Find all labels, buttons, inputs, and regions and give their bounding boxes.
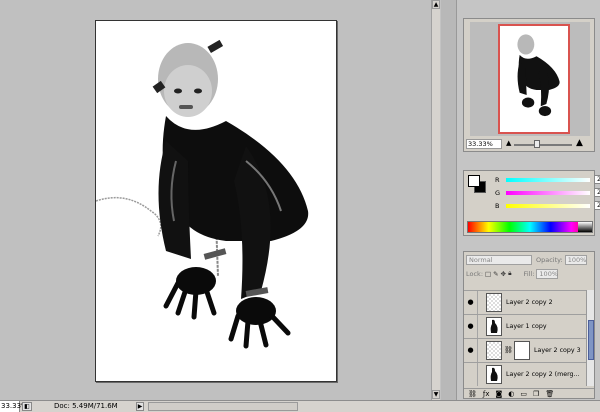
navigator-view-box[interactable] <box>498 24 570 134</box>
scroll-up-icon[interactable]: ▲ <box>432 0 440 9</box>
foreground-color-swatch[interactable] <box>468 175 480 187</box>
blend-mode-dropdown[interactable]: Normal <box>466 254 532 265</box>
layers-blend-row: Normal Opacity: 100% <box>466 254 592 265</box>
color-panel: R 255 G 255 B 255 <box>463 170 600 236</box>
image-canvas[interactable] <box>95 20 337 382</box>
visibility-toggle[interactable] <box>464 363 478 386</box>
status-bar: 33.33% ◧ Doc: 5.49M/71.6M ▶ <box>0 400 600 412</box>
new-layer-icon[interactable]: ❐ <box>533 390 539 398</box>
layer-name: Layer 2 copy 2 <box>506 299 553 306</box>
color-row-r: R 255 <box>492 175 600 185</box>
horizontal-scrollbar[interactable] <box>148 402 298 411</box>
fill-label: Fill: <box>523 269 535 278</box>
scroll-down-icon[interactable]: ▼ <box>432 390 440 399</box>
status-arrow-icon[interactable]: ▶ <box>136 402 144 411</box>
opacity-label: Opacity: <box>536 255 563 264</box>
move-icon[interactable]: ✥ <box>501 270 506 278</box>
navigator-zoom-slider[interactable] <box>514 144 572 146</box>
eye-icon[interactable]: ● <box>464 339 478 362</box>
layers-footer: ⛓︎ ƒx ◙ ◐ ▭ ❐ 🗑︎ <box>464 388 594 398</box>
color-spectrum-bar[interactable] <box>467 221 593 233</box>
layer-thumbnail <box>486 341 502 360</box>
link-layers-icon[interactable]: ⛓︎ <box>468 390 477 398</box>
document-area: ▲ ▼ <box>0 0 440 400</box>
layer-row[interactable]: ● Layer 2 copy 2 <box>464 290 586 314</box>
document-size-info: Doc: 5.49M/71.6M <box>54 402 118 410</box>
fx-icon[interactable]: ƒx <box>483 390 490 398</box>
b-slider[interactable] <box>506 204 590 208</box>
layer-name: Layer 2 copy 3 <box>534 347 581 354</box>
layer-row[interactable]: ● ⛓︎ Layer 2 copy 3 <box>464 338 586 362</box>
navigator-zoom-knob[interactable] <box>534 140 540 148</box>
zoom-in-icon[interactable]: ▲ <box>576 139 583 148</box>
photo-figure <box>96 21 336 381</box>
eye-icon[interactable]: ● <box>464 315 478 338</box>
fill-field[interactable]: 100% <box>536 268 559 279</box>
channel-label-r: R <box>495 176 500 184</box>
color-row-g: G 255 <box>492 188 600 198</box>
opacity-field[interactable]: 100% <box>564 254 587 265</box>
lock-transparency-icon[interactable]: □ <box>485 270 491 278</box>
layers-panel: Normal Opacity: 100% Lock: □ ✎ ✥ 🔒︎ Fill… <box>463 251 595 399</box>
r-value-field[interactable]: 255 <box>594 175 600 184</box>
layers-lock-row: Lock: □ ✎ ✥ 🔒︎ Fill: 100% <box>466 268 592 279</box>
navigator-panel: 33.33% ▲ ▲ <box>463 18 595 152</box>
mask-icon[interactable]: ◙ <box>496 390 503 398</box>
r-slider[interactable] <box>506 178 590 182</box>
layer-row[interactable]: Layer 2 copy 2 (merg... <box>464 362 586 386</box>
canvas-vertical-scrollbar[interactable]: ▲ ▼ <box>431 0 440 400</box>
brush-icon[interactable]: ✎ <box>493 270 498 278</box>
layer-thumbnail <box>486 293 502 312</box>
channel-label-g: G <box>495 189 501 197</box>
adjustment-layer-icon[interactable]: ◐ <box>508 390 514 398</box>
navigator-zoom-field[interactable]: 33.33% <box>466 139 502 149</box>
g-value-field[interactable]: 255 <box>594 188 600 197</box>
eye-icon[interactable]: ● <box>464 291 478 314</box>
photoshop-window: ▲ ▼ 33.33% ▲ ▲ R 2 G 2 B 2 Normal Opacit… <box>0 0 600 412</box>
channel-label-b: B <box>495 202 500 210</box>
layers-scrollbar[interactable] <box>586 290 594 386</box>
layer-name: Layer 2 copy 2 (merg... <box>506 371 580 378</box>
b-value-field[interactable]: 255 <box>594 201 600 210</box>
trash-icon[interactable]: 🗑︎ <box>545 390 554 398</box>
layer-mask-thumbnail[interactable] <box>514 341 530 360</box>
zoom-field[interactable]: 33.33% <box>0 401 28 412</box>
layer-thumbnail <box>486 317 502 336</box>
lock-icon[interactable]: 🔒︎ <box>508 269 511 278</box>
layers-scroll-thumb[interactable] <box>588 320 594 360</box>
layer-row[interactable]: ● Layer 1 copy <box>464 314 586 338</box>
palette-dock: 33.33% ▲ ▲ R 255 G 255 B 255 <box>441 0 600 400</box>
lock-label: Lock: <box>466 269 484 278</box>
layer-name: Layer 1 copy <box>506 323 547 330</box>
dock-edge <box>441 0 457 400</box>
link-icon[interactable]: ⛓︎ <box>504 346 513 354</box>
navigator-preview[interactable] <box>470 22 590 136</box>
folder-icon[interactable]: ▭ <box>520 390 527 398</box>
layer-thumbnail <box>486 365 502 384</box>
navigator-thumbnail <box>500 28 568 130</box>
status-menu-icon[interactable]: ◧ <box>22 402 32 411</box>
color-row-b: B 255 <box>492 201 600 211</box>
g-slider[interactable] <box>506 191 590 195</box>
zoom-out-icon[interactable]: ▲ <box>506 139 511 148</box>
